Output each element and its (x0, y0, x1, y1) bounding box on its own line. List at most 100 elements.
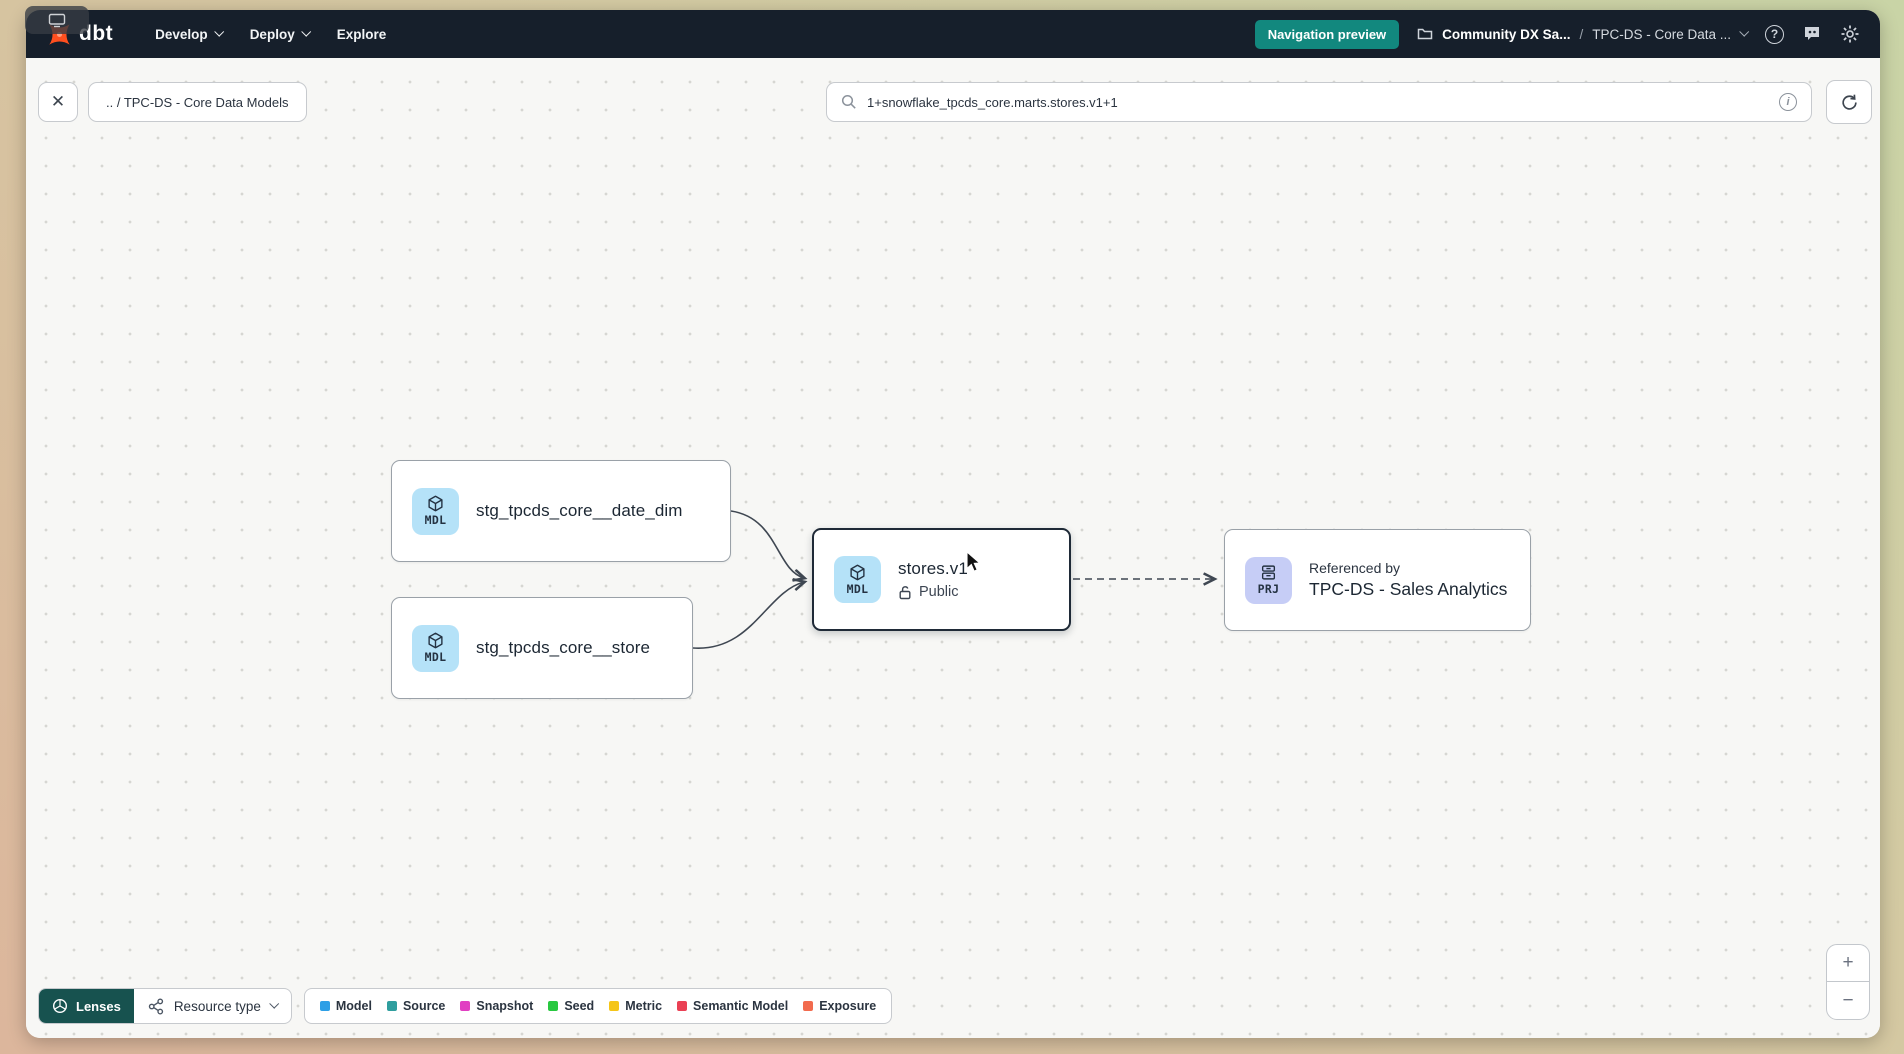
close-lineage-button[interactable]: ✕ (38, 82, 78, 122)
resource-type-label: Resource type (174, 999, 261, 1014)
resource-legend: Model Source Snapshot Seed (304, 988, 892, 1024)
lineage-search[interactable]: i (826, 82, 1812, 122)
legend-item-semantic-model: Semantic Model (677, 999, 788, 1013)
legend-item-exposure: Exposure (803, 999, 876, 1013)
close-icon: ✕ (51, 92, 65, 112)
nav-menu-develop-label: Develop (155, 27, 208, 42)
plus-icon: + (1842, 952, 1853, 974)
node-label: stores.v1 (898, 559, 968, 579)
legend-label: Metric (625, 999, 662, 1013)
zoom-controls: + − (1826, 944, 1870, 1020)
lenses-button[interactable]: Lenses (39, 989, 134, 1023)
chevron-down-icon[interactable] (1739, 26, 1749, 36)
badge-label: MDL (847, 582, 869, 596)
help-button[interactable]: ? (1765, 25, 1784, 44)
node-label: stg_tpcds_core__store (476, 638, 650, 658)
legend-label: Source (403, 999, 445, 1013)
access-label: Public (919, 584, 959, 600)
model-badge: MDL (834, 556, 881, 603)
monitor-icon (48, 13, 66, 28)
legend-swatch (320, 1001, 330, 1011)
refresh-icon (1840, 93, 1859, 112)
node-referenced-project[interactable]: PRJ Referenced by TPC-DS - Sales Analyti… (1224, 529, 1531, 631)
node-text: Referenced by TPC-DS - Sales Analytics (1309, 560, 1507, 600)
node-stores-v1[interactable]: MDL stores.v1 Public (812, 528, 1071, 631)
model-badge: MDL (412, 625, 459, 672)
legend-item-model: Model (320, 999, 372, 1013)
canvas-footer: Lenses Resource type (38, 988, 892, 1024)
legend-swatch (387, 1001, 397, 1011)
zoom-in-button[interactable]: + (1827, 945, 1869, 982)
legend-label: Semantic Model (693, 999, 788, 1013)
legend-label: Model (336, 999, 372, 1013)
lens-aperture-icon (52, 998, 68, 1014)
archive-icon (1260, 564, 1277, 581)
help-icon: ? (1765, 25, 1784, 44)
cube-icon (427, 632, 444, 649)
top-navbar: dbt Develop Deploy Explore Navigation pr… (26, 10, 1880, 58)
legend-item-seed: Seed (548, 999, 594, 1013)
legend-swatch (609, 1001, 619, 1011)
search-icon (841, 94, 857, 110)
navbar-left: dbt Develop Deploy Explore (46, 21, 386, 48)
node-text: stores.v1 Public (898, 559, 968, 600)
resource-type-dropdown[interactable]: Resource type (134, 989, 291, 1023)
navbar-right: Navigation preview Community DX Sa... / … (1255, 20, 1860, 49)
cube-icon (427, 495, 444, 512)
breadcrumb-section[interactable]: TPC-DS - Core Data ... (1592, 27, 1731, 42)
legend-label: Snapshot (476, 999, 533, 1013)
chevron-down-icon (214, 26, 224, 36)
screen-share-indicator (25, 6, 89, 34)
legend-swatch (548, 1001, 558, 1011)
unlock-icon (898, 585, 912, 600)
badge-label: MDL (425, 513, 447, 527)
chevron-down-icon (301, 26, 311, 36)
node-stg-tpcds-core-date-dim[interactable]: MDL stg_tpcds_core__date_dim (391, 460, 731, 562)
lens-control: Lenses Resource type (38, 988, 292, 1024)
node-label: stg_tpcds_core__date_dim (476, 501, 683, 521)
gear-icon (1840, 24, 1860, 44)
info-icon[interactable]: i (1779, 93, 1797, 111)
nav-menu-explore[interactable]: Explore (337, 27, 387, 42)
feedback-button[interactable] (1802, 25, 1822, 43)
badge-label: MDL (425, 650, 447, 664)
legend-label: Exposure (819, 999, 876, 1013)
refresh-lineage-button[interactable] (1826, 80, 1872, 124)
breadcrumb-separator: / (1579, 27, 1583, 42)
navigation-preview-badge[interactable]: Navigation preview (1255, 20, 1399, 49)
legend-swatch (803, 1001, 813, 1011)
minus-icon: − (1842, 990, 1853, 1012)
app-window: dbt Develop Deploy Explore Navigation pr… (26, 10, 1880, 1038)
legend-swatch (460, 1001, 470, 1011)
lineage-breadcrumb-chip[interactable]: .. / TPC-DS - Core Data Models (88, 82, 307, 122)
project-badge: PRJ (1245, 557, 1292, 604)
legend-item-source: Source (387, 999, 445, 1013)
desktop-background: dbt Develop Deploy Explore Navigation pr… (0, 0, 1904, 1054)
legend-label: Seed (564, 999, 594, 1013)
legend-swatch (677, 1001, 687, 1011)
nav-menu-deploy[interactable]: Deploy (250, 27, 309, 42)
badge-label: PRJ (1258, 582, 1280, 596)
lenses-label: Lenses (76, 999, 121, 1014)
model-badge: MDL (412, 488, 459, 535)
lineage-search-input[interactable] (867, 95, 1769, 110)
nav-menu-explore-label: Explore (337, 27, 387, 42)
lineage-canvas[interactable]: ✕ .. / TPC-DS - Core Data Models i (26, 58, 1880, 1038)
resource-type-icon (148, 998, 165, 1015)
breadcrumb-project[interactable]: Community DX Sa... (1442, 27, 1570, 42)
lineage-breadcrumb-label: .. / TPC-DS - Core Data Models (106, 95, 289, 110)
feedback-icon (1802, 25, 1822, 43)
node-access: Public (898, 584, 968, 600)
breadcrumb: Community DX Sa... / TPC-DS - Core Data … (1417, 27, 1747, 42)
node-label: TPC-DS - Sales Analytics (1309, 579, 1507, 600)
chevron-down-icon (269, 998, 279, 1008)
legend-item-snapshot: Snapshot (460, 999, 533, 1013)
nav-menu-develop[interactable]: Develop (155, 27, 222, 42)
cube-icon (849, 564, 866, 581)
zoom-out-button[interactable]: − (1827, 982, 1869, 1019)
node-stg-tpcds-core-store[interactable]: MDL stg_tpcds_core__store (391, 597, 693, 699)
nav-menu-deploy-label: Deploy (250, 27, 295, 42)
legend-item-metric: Metric (609, 999, 662, 1013)
folder-icon (1417, 27, 1433, 41)
settings-button[interactable] (1840, 24, 1860, 44)
